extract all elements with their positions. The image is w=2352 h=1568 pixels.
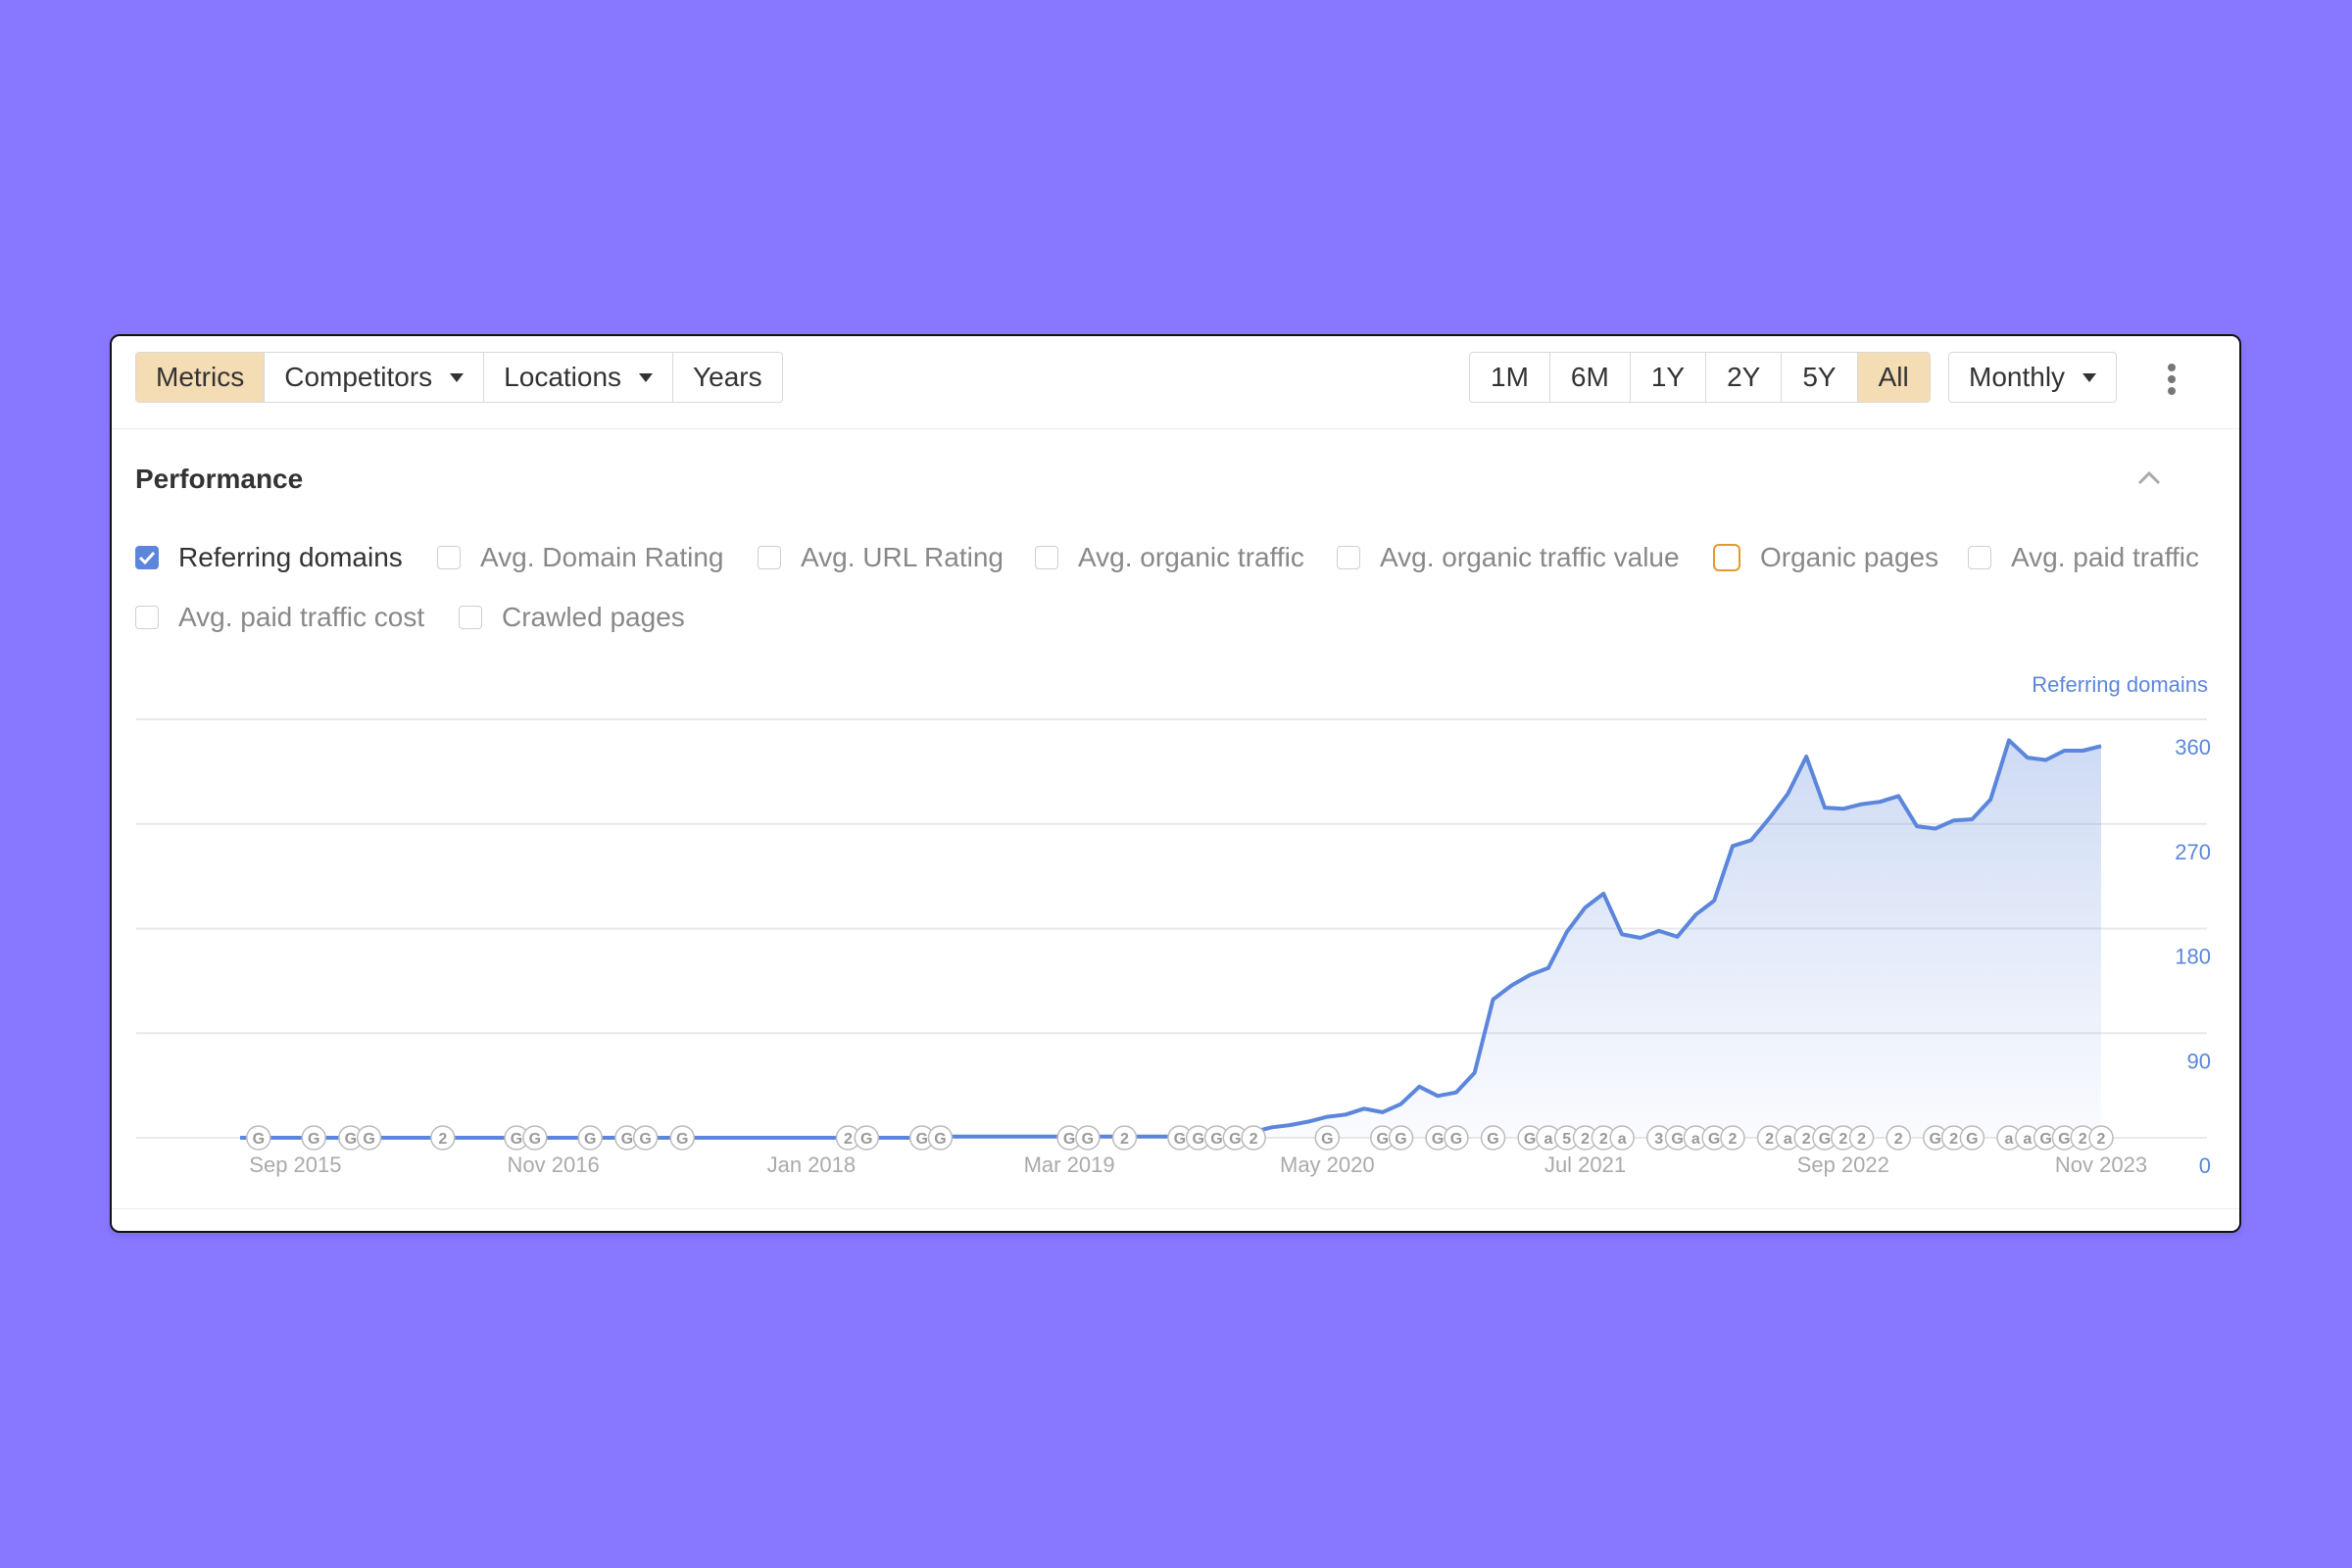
annotation-label: G [860,1131,872,1148]
annotation-label: 3 [1654,1131,1663,1148]
annotation-label: 2 [1949,1131,1958,1148]
annotation-label: G [1395,1131,1406,1148]
x-tick-label: May 2020 [1280,1152,1375,1177]
annotation-marker[interactable]: 2 [1241,1125,1266,1151]
x-tick-label: Jul 2021 [1544,1152,1626,1177]
y-tick-label: 270 [2175,840,2211,864]
annotation-label: G [1966,1131,1978,1148]
annotation-marker[interactable]: G [1444,1125,1469,1151]
annotation-label: 2 [2079,1131,2087,1148]
annotation-label: G [1210,1131,1222,1148]
annotation-label: G [1321,1131,1333,1148]
annotation-label: G [1450,1131,1462,1148]
annotation-label: G [308,1131,319,1148]
annotation-marker[interactable]: 2 [1720,1125,1745,1151]
annotation-label: G [529,1131,541,1148]
annotation-label: G [934,1131,946,1148]
annotation-label: a [2005,1131,2014,1148]
annotation-label: 2 [1838,1131,1847,1148]
y-tick-label: 180 [2175,945,2211,969]
annotation-label: G [363,1131,374,1148]
x-tick-label: Sep 2015 [249,1152,341,1177]
annotation-label: G [1671,1131,1683,1148]
y-tick-label: 360 [2175,735,2211,760]
annotation-marker[interactable]: G [1075,1125,1101,1151]
annotation-label: G [1229,1131,1241,1148]
performance-card: Metrics Competitors Locations Years 1M 6… [110,334,2241,1233]
annotation-label: G [1082,1131,1094,1148]
annotation-label: G [511,1131,522,1148]
annotation-marker[interactable]: 2 [1848,1125,1875,1151]
annotation-marker[interactable]: G [632,1125,659,1151]
x-tick-label: Mar 2019 [1024,1152,1115,1177]
annotation-marker[interactable]: G [854,1125,880,1151]
annotation-label: G [253,1131,265,1148]
annotation-label: a [1618,1131,1627,1148]
annotation-marker[interactable]: G [927,1125,954,1151]
annotation-label: 2 [1802,1131,1811,1148]
annotation-marker[interactable]: a [1609,1125,1635,1151]
annotation-label: 2 [2097,1131,2106,1148]
annotation-marker[interactable]: G [669,1125,695,1151]
annotation-label: G [621,1131,633,1148]
annotation-label: G [2058,1131,2070,1148]
annotation-label: G [1819,1131,1831,1148]
annotation-label: G [2039,1131,2051,1148]
annotation-label: G [639,1131,651,1148]
annotation-label: G [1930,1131,1941,1148]
annotation-label: G [584,1131,596,1148]
annotation-label: 2 [438,1131,447,1148]
annotation-label: a [1691,1131,1700,1148]
annotation-marker[interactable]: G [1959,1125,1985,1151]
referring-domains-chart: GGGG2GGGGGG2GGGGG2GGGG2GGGGGGGa522a3GaG2… [136,718,2211,1178]
annotation-label: G [1708,1131,1720,1148]
annotation-marker[interactable]: 2 [1886,1125,1911,1151]
annotation-marker[interactable]: G [1388,1125,1414,1151]
annotation-label: 2 [1599,1131,1608,1148]
annotation-label: G [1487,1131,1498,1148]
annotation-label: G [1174,1131,1186,1148]
annotation-label: G [345,1131,357,1148]
y-tick-label: 0 [2199,1153,2211,1178]
x-tick-label: Jan 2018 [767,1152,857,1177]
annotation-marker[interactable]: G [246,1125,271,1151]
annotation-label: 2 [1857,1131,1866,1148]
annotation-marker[interactable]: 2 [1111,1125,1138,1151]
annotation-label: 2 [1581,1131,1590,1148]
annotation-label: G [915,1131,927,1148]
annotation-marker[interactable]: 2 [2088,1125,2114,1151]
x-tick-label: Nov 2016 [508,1152,600,1177]
annotation-marker[interactable]: G [522,1125,548,1151]
annotation-label: G [676,1131,688,1148]
annotation-label: 2 [844,1131,853,1148]
annotation-label: 2 [1729,1131,1738,1148]
annotation-label: G [1524,1131,1536,1148]
annotation-label: G [1192,1131,1203,1148]
annotation-label: a [1544,1131,1552,1148]
y-tick-label: 90 [2187,1049,2211,1073]
annotation-marker[interactable]: G [1314,1125,1341,1151]
bottom-divider [112,1208,2239,1209]
annotation-marker[interactable]: G [356,1125,382,1151]
x-tick-label: Nov 2023 [2055,1152,2147,1177]
annotation-marker[interactable]: G [1480,1125,1506,1151]
annotation-label: G [1063,1131,1075,1148]
annotation-label: a [1784,1131,1792,1148]
annotation-marker[interactable]: 2 [430,1125,456,1151]
annotation-marker[interactable]: G [577,1125,603,1151]
annotation-label: G [1376,1131,1388,1148]
annotation-label: 2 [1894,1131,1903,1148]
x-tick-label: Sep 2022 [1797,1152,1889,1177]
annotation-label: 2 [1765,1131,1774,1148]
annotation-label: 5 [1562,1131,1571,1148]
annotation-label: 2 [1120,1131,1129,1148]
annotation-label: a [2023,1131,2032,1148]
annotation-marker[interactable]: G [301,1125,326,1151]
annotation-label: G [1432,1131,1444,1148]
annotation-label: 2 [1250,1131,1258,1148]
